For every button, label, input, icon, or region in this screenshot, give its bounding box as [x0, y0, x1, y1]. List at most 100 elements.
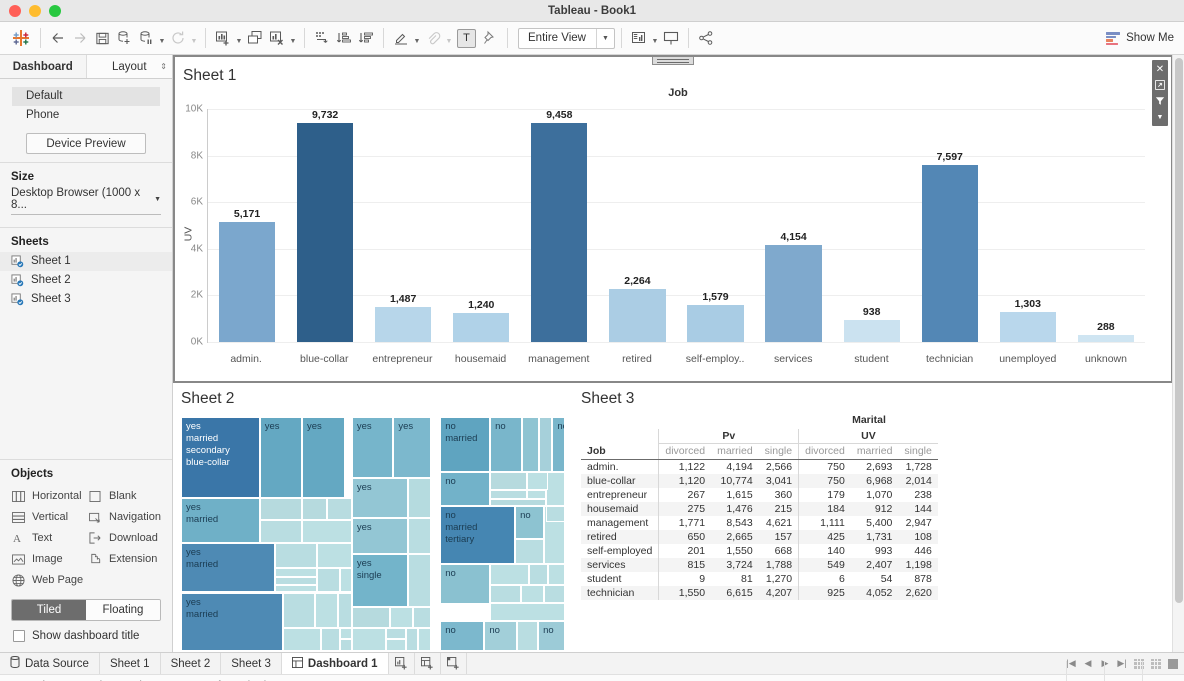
forward-icon[interactable]	[69, 26, 91, 50]
treemap-tile[interactable]: yes married	[181, 543, 276, 593]
treemap-tile[interactable]	[386, 639, 406, 651]
treemap-tile[interactable]: no	[440, 620, 485, 651]
treemap-tile[interactable]	[282, 627, 322, 651]
treemap-tile[interactable]	[490, 603, 565, 621]
treemap-tile[interactable]	[545, 505, 565, 523]
object-download[interactable]: Download	[88, 528, 161, 548]
treemap-tile[interactable]	[407, 517, 431, 554]
bar-column[interactable]: 5,171	[208, 109, 286, 342]
dashboard-zone-sheet1[interactable]: Sheet 1 ✕ ▼ Job UV 0K 2K 4K 6K 8K 10K 5,171 9,…	[173, 55, 1173, 383]
tab-dashboard[interactable]: Dashboard	[0, 55, 86, 78]
bar-column[interactable]: 938	[833, 109, 911, 342]
bar[interactable]	[921, 165, 978, 342]
clear-sheet-icon[interactable]	[266, 26, 288, 50]
treemap-tile[interactable]	[543, 585, 565, 604]
object-image[interactable]: Image	[11, 549, 84, 569]
treemap-tile[interactable]: no	[515, 505, 544, 539]
open-in-new-icon[interactable]	[1153, 78, 1167, 92]
treemap-tile[interactable]	[407, 477, 431, 518]
table-row[interactable]: entrepreneur 267 1,615 360 179 1,070 238	[581, 488, 938, 502]
highlighter-dropdown-icon[interactable]: ▼	[412, 27, 422, 49]
object-vertical[interactable]: Vertical	[11, 507, 84, 527]
close-icon[interactable]: ✕	[1153, 62, 1167, 76]
sort-descending-icon[interactable]	[355, 26, 377, 50]
tab-data-source[interactable]: Data Source	[0, 653, 100, 674]
bar-column[interactable]: 1,240	[442, 109, 520, 342]
treemap-tile[interactable]	[275, 577, 318, 585]
tab-dashboard-1[interactable]: Dashboard 1	[281, 653, 389, 674]
bar[interactable]	[687, 305, 744, 342]
treemap-tile[interactable]: no	[552, 417, 565, 472]
treemap-tile[interactable]: yes married	[181, 497, 260, 544]
bar-column[interactable]: 7,597	[911, 109, 989, 342]
treemap-tile[interactable]: no	[440, 564, 491, 605]
more-options-icon[interactable]: ▼	[1153, 110, 1167, 124]
table-row[interactable]: technician 1,550 6,615 4,207 925 4,052 2,620	[581, 586, 938, 600]
treemap-tile[interactable]	[338, 592, 352, 628]
bar[interactable]	[297, 123, 354, 342]
refresh-dropdown-icon[interactable]: ▼	[189, 27, 199, 49]
treemap-tile[interactable]: yes single	[351, 553, 408, 607]
treemap-tile[interactable]: yes	[259, 417, 302, 498]
show-mark-labels-icon[interactable]: T	[454, 26, 479, 50]
paperclip-dropdown-icon[interactable]: ▼	[444, 27, 454, 49]
save-icon[interactable]	[91, 26, 113, 50]
dashboard-zone-sheet3[interactable]: Sheet 3 Marital Pv UV Job divorced marri…	[573, 383, 1173, 652]
bar-column[interactable]: 9,458	[520, 109, 598, 342]
tiled-floating-toggle[interactable]: Tiled Floating	[11, 599, 161, 621]
treemap-tile[interactable]: no married tertiary	[440, 505, 516, 565]
treemap-tile[interactable]	[282, 592, 316, 628]
object-blank[interactable]: Blank	[88, 486, 161, 506]
tab-sheet-2[interactable]: Sheet 2	[161, 653, 222, 674]
pause-auto-update-icon[interactable]	[135, 26, 157, 50]
show-me-button[interactable]: Show Me	[1106, 32, 1174, 45]
fix-axes-pin-icon[interactable]	[479, 26, 501, 50]
device-row-phone[interactable]: Phone	[12, 106, 160, 125]
show-cards-dropdown-icon[interactable]: ▼	[650, 27, 660, 49]
chevron-down-icon[interactable]: ▼	[595, 28, 614, 48]
table-row[interactable]: housemaid 275 1,476 215 184 912 144	[581, 502, 938, 516]
table-row[interactable]: self-employed 201 1,550 668 140 993 446	[581, 544, 938, 558]
treemap-tile[interactable]	[526, 489, 546, 499]
bar-column[interactable]: 1,487	[364, 109, 442, 342]
treemap-tile[interactable]	[315, 592, 339, 628]
table-row[interactable]: blue-collar 1,120 10,774 3,041 750 6,968 2,014	[581, 474, 938, 488]
treemap-tile[interactable]	[490, 585, 521, 604]
treemap-tile[interactable]	[490, 498, 546, 506]
treemap-tile[interactable]	[301, 497, 327, 520]
treemap-tile[interactable]: no married	[440, 417, 491, 472]
bar[interactable]	[609, 289, 666, 342]
zone-drag-handle[interactable]	[652, 57, 694, 65]
sheet-list-item-3[interactable]: Sheet 3	[0, 290, 172, 309]
treemap-tile[interactable]: yes	[351, 417, 394, 478]
refresh-icon[interactable]	[167, 26, 189, 50]
bar[interactable]	[375, 307, 432, 342]
duplicate-icon[interactable]	[244, 26, 266, 50]
treemap-tile[interactable]	[521, 417, 540, 472]
treemap-tile[interactable]	[340, 567, 352, 593]
treemap-tile[interactable]	[275, 584, 318, 593]
share-icon[interactable]	[695, 26, 717, 50]
bar[interactable]	[765, 245, 822, 342]
bar-column[interactable]: 1,303	[989, 109, 1067, 342]
dashboard-zone-sheet2[interactable]: Sheet 2 yes married secondary blue-colla…	[173, 383, 573, 652]
bar[interactable]	[843, 320, 900, 342]
treemap-tile[interactable]	[321, 627, 341, 651]
object-navigation[interactable]: Navigation	[88, 507, 161, 527]
dashboard-scrollbar-thumb[interactable]	[1175, 58, 1183, 603]
treemap-tile[interactable]	[259, 519, 302, 544]
device-row-default[interactable]: Default	[12, 87, 160, 106]
paperclip-icon[interactable]	[422, 26, 444, 50]
new-dashboard-button[interactable]	[415, 653, 441, 674]
bar-column[interactable]: 4,154	[755, 109, 833, 342]
treemap-tile[interactable]: no	[490, 417, 522, 472]
treemap-tile[interactable]: yes married	[181, 592, 283, 651]
device-preview-button[interactable]: Device Preview	[26, 133, 146, 154]
table-row[interactable]: student 9 81 1,270 6 54 878	[581, 572, 938, 586]
highlighter-icon[interactable]	[390, 26, 412, 50]
sheet-list-item-1[interactable]: Sheet 1	[0, 252, 172, 271]
tab-sheet-3[interactable]: Sheet 3	[221, 653, 282, 674]
bar[interactable]	[531, 123, 588, 342]
new-worksheet-dropdown-icon[interactable]: ▼	[234, 27, 244, 49]
treemap-tile[interactable]	[351, 627, 387, 651]
